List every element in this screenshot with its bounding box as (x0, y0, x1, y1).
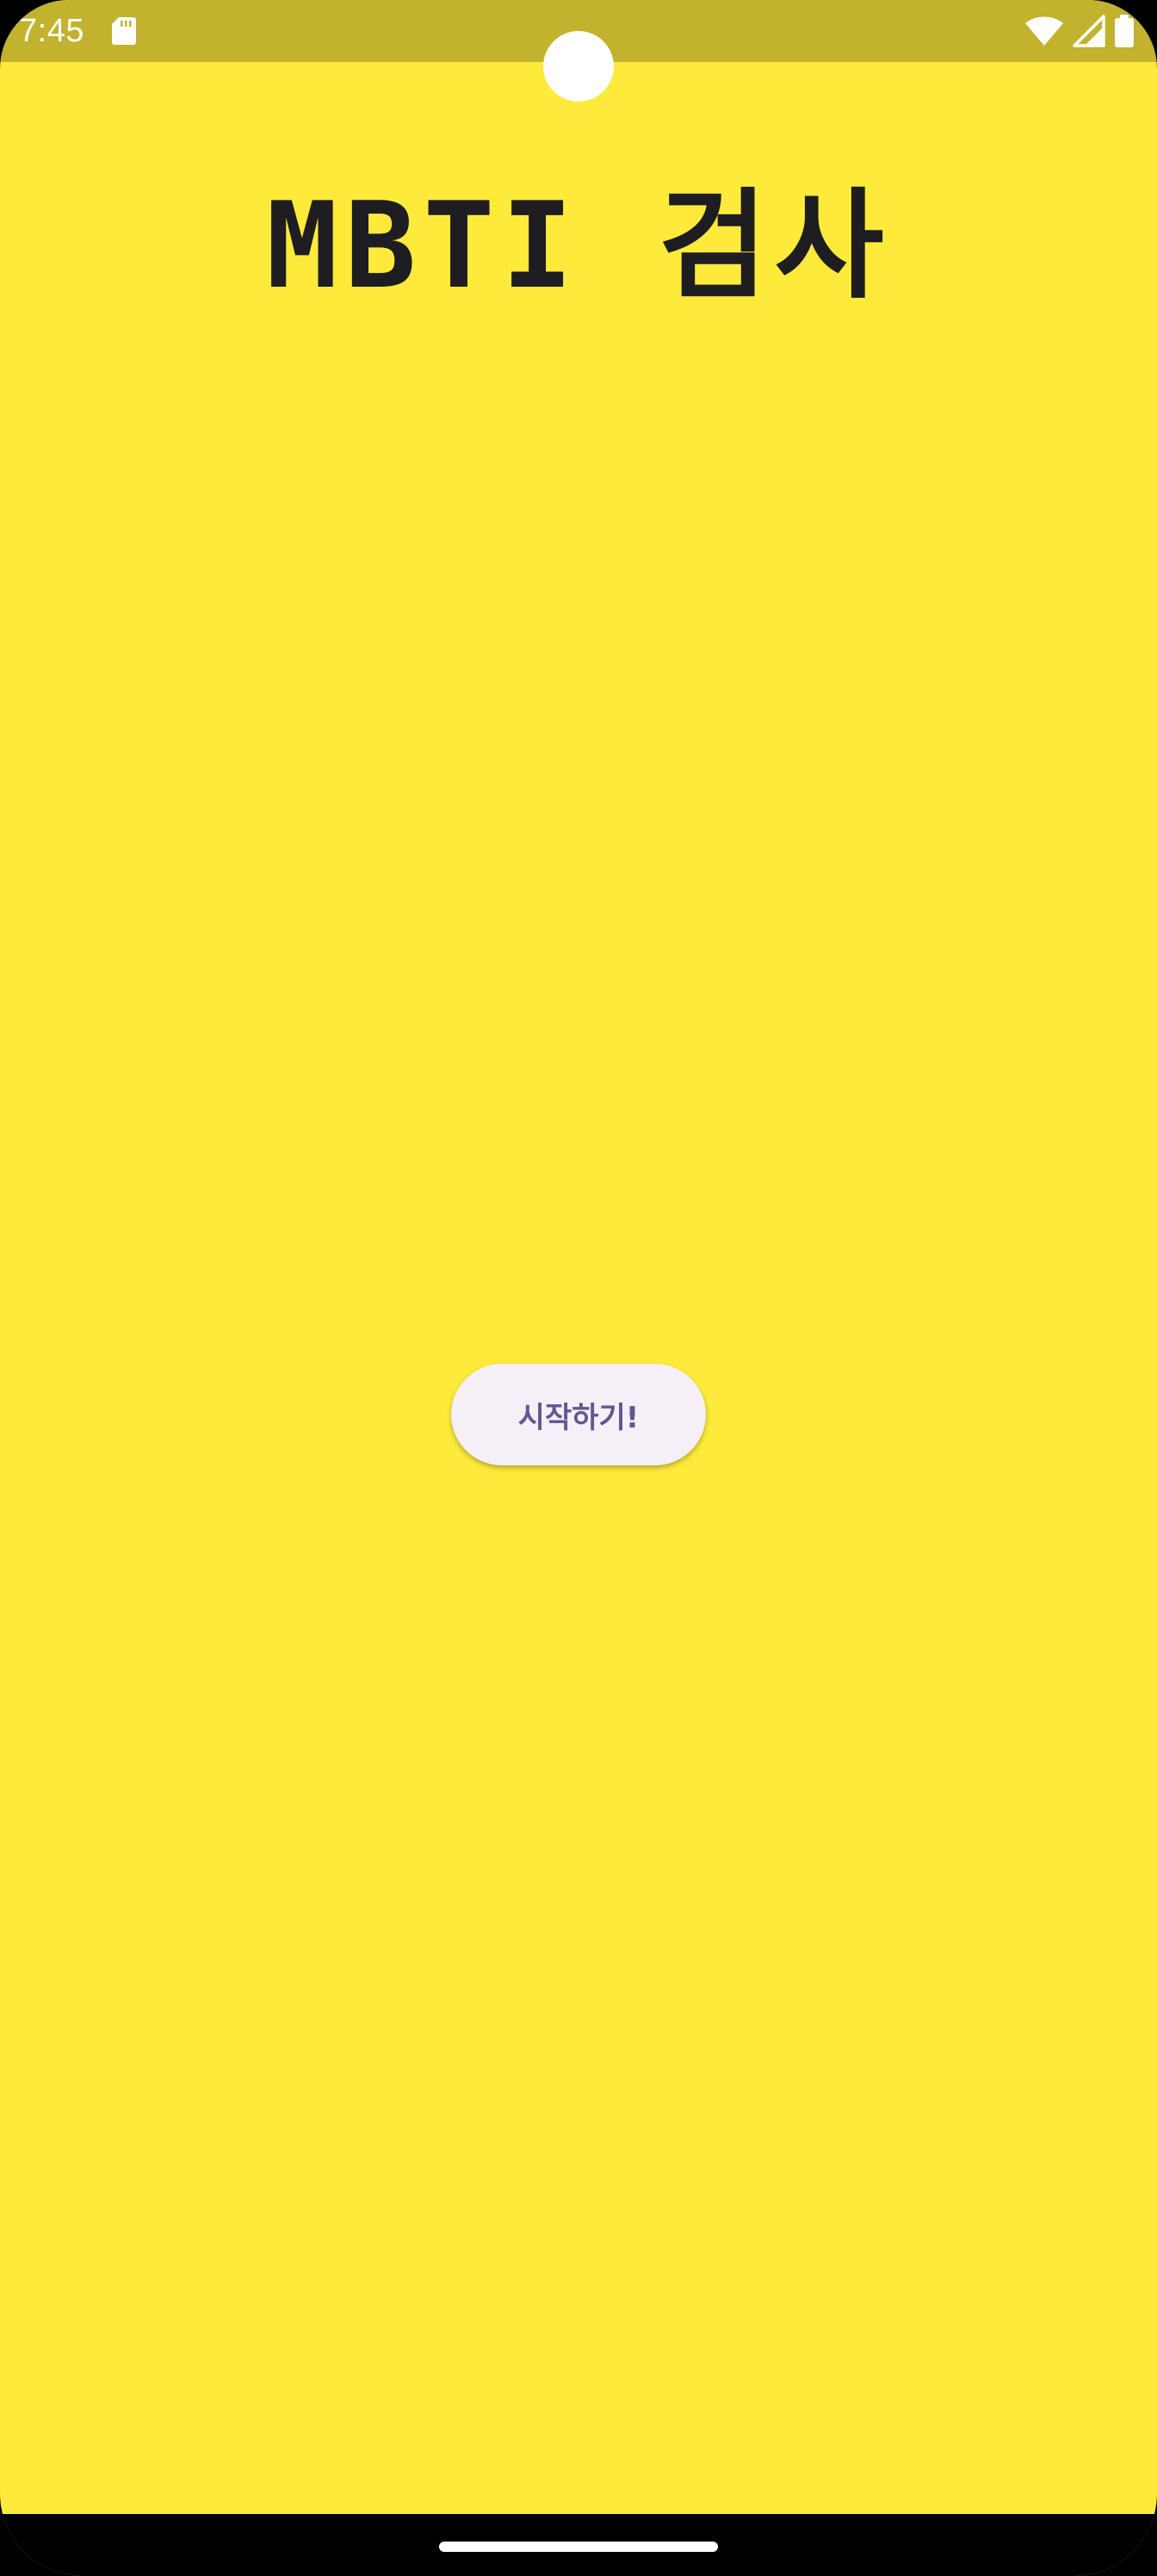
battery-icon (1115, 15, 1134, 47)
start-button[interactable]: 시작하기! (451, 1364, 706, 1465)
cell-signal-icon (1073, 15, 1105, 47)
home-gesture-handle[interactable] (439, 2542, 718, 2552)
front-camera-cutout (543, 31, 614, 102)
app-screen: 7:45 MBTI 검사 시작하기! (0, 0, 1157, 2576)
page-title: MBTI 검사 (266, 176, 891, 315)
status-time: 7:45 (19, 13, 84, 49)
wifi-icon (1025, 16, 1063, 46)
status-icons (1024, 14, 1135, 48)
sd-card-icon (112, 17, 136, 45)
